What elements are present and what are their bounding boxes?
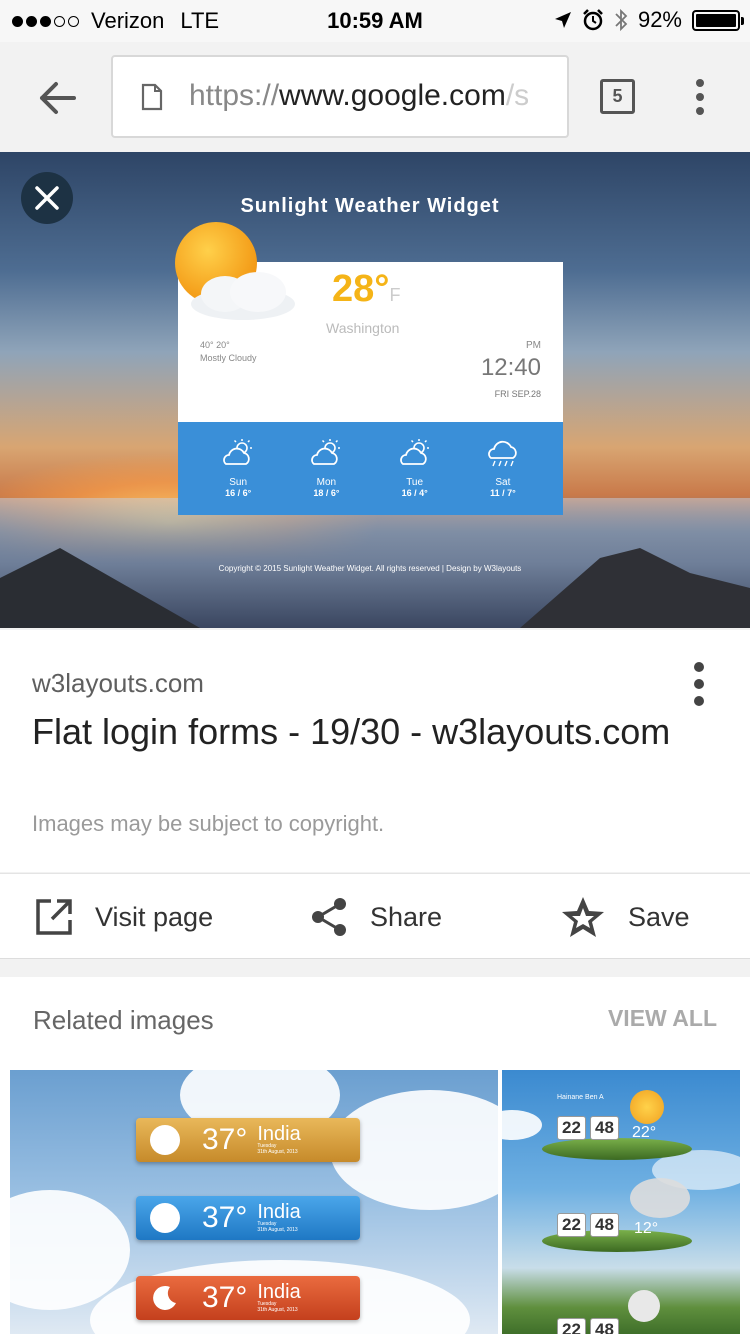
ampm-label: PM xyxy=(526,340,541,351)
widget-temp: 22° xyxy=(632,1124,657,1141)
forecast-day-name: Tue xyxy=(406,477,424,488)
visit-page-button[interactable]: Visit page xyxy=(35,874,213,960)
action-bar: Visit page Share Save xyxy=(0,873,750,959)
pill-sub2: 31th August, 2013 xyxy=(257,1149,298,1155)
moon-icon xyxy=(153,1285,176,1310)
mountain-silhouette xyxy=(0,548,750,628)
clock-hour: 22 xyxy=(557,1213,586,1237)
bluetooth-icon xyxy=(615,8,628,32)
pill-city: India xyxy=(257,1201,301,1223)
clock-time: 12:40 xyxy=(480,354,541,381)
pill-sub2: 31th August, 2013 xyxy=(257,1227,298,1233)
view-all-link[interactable]: VIEW ALL xyxy=(608,1005,717,1032)
result-info: w3layouts.com Flat login forms - 19/30 -… xyxy=(0,630,750,872)
pill-city: India xyxy=(257,1281,301,1303)
open-in-new-icon xyxy=(36,899,72,935)
cloud-icon xyxy=(191,272,295,320)
forecast-day: Sun 16 / 6° xyxy=(203,422,273,515)
back-arrow-icon[interactable] xyxy=(30,74,84,122)
forecast-day-name: Mon xyxy=(316,477,337,488)
url-text: https://www.google.com/s xyxy=(189,79,529,113)
url-bar[interactable]: https://www.google.com/s xyxy=(111,55,569,138)
related-image-thumbnail[interactable]: 37° India Tuesday 31th August, 2013 37° In… xyxy=(10,1070,498,1334)
sun-icon xyxy=(150,1203,180,1233)
weather-pill: 37° India Tuesday 31th August, 2013 xyxy=(136,1118,360,1162)
clock-hour: 22 xyxy=(557,1318,586,1334)
moon-icon xyxy=(628,1290,660,1322)
city-name: Washington xyxy=(326,320,400,336)
forecast-day-temps: 16 / 6° xyxy=(225,488,252,498)
sun-icon xyxy=(630,1090,664,1124)
weather-pill: 37° India Tuesday 31th August, 2013 xyxy=(136,1276,360,1320)
copyright-note: Images may be subject to copyright. xyxy=(32,811,385,836)
temp-range: 40° 20° xyxy=(200,340,230,350)
related-images-header: Related images xyxy=(33,1005,214,1035)
forecast-day: Sat 11 / 7° xyxy=(468,422,538,515)
weather-pill: 37° India Tuesday 31th August, 2013 xyxy=(136,1196,360,1240)
battery-icon xyxy=(692,9,744,31)
forecast-day-temps: 16 / 4° xyxy=(401,488,428,498)
alarm-clock-icon xyxy=(583,9,603,31)
clock-minute: 48 xyxy=(590,1213,619,1237)
url-path: /s xyxy=(505,79,530,112)
location-arrow-icon xyxy=(554,12,571,28)
temp-value: 28° xyxy=(332,268,390,310)
current-temp: 28°F xyxy=(332,268,400,311)
result-source[interactable]: w3layouts.com xyxy=(32,668,204,699)
forecast-day: Mon 18 / 6° xyxy=(291,422,361,515)
widget-temp: 12° xyxy=(634,1220,659,1237)
status-bar: Verizon LTE 10:59 AM 92% xyxy=(0,0,750,42)
share-icon xyxy=(312,898,346,936)
battery-percent: 92% xyxy=(637,7,682,32)
share-label: Share xyxy=(370,901,443,932)
result-title[interactable]: Flat login forms - 19/30 - w3layouts.com xyxy=(32,708,672,756)
forecast-day: Tue 16 / 4° xyxy=(380,422,450,515)
forecast-strip: Sun 16 / 6° Mon 18 / 6° Tue 16 / 4° Sat … xyxy=(178,422,563,515)
widget-copyright: Copyright © 2015 Sunlight Weather Widget… xyxy=(218,564,522,573)
rain-cloud-icon xyxy=(488,440,517,467)
related-image-thumbnail[interactable]: Hainane Ben A 22 48 22° 22 48 12° 22 48 xyxy=(502,1070,740,1334)
url-host: www.google.com xyxy=(279,79,506,112)
tab-switcher-button[interactable]: 5 xyxy=(600,79,635,114)
pill-sub2: 31th August, 2013 xyxy=(257,1307,298,1313)
forecast-day-temps: 18 / 6° xyxy=(313,488,340,498)
date-label: FRI SEP.28 xyxy=(494,389,541,399)
clock-minute: 48 xyxy=(590,1318,619,1334)
forecast-day-name: Sun xyxy=(229,477,248,488)
url-scheme: https:// xyxy=(189,79,280,112)
pill-temp: 37° xyxy=(202,1201,248,1234)
sun-icon xyxy=(150,1125,180,1155)
image-preview[interactable]: Sunlight Weather Widget 28°F Washington … xyxy=(0,152,750,628)
widget-title: Sunlight Weather Widget xyxy=(240,195,500,217)
pill-city: India xyxy=(257,1123,301,1145)
clock-hour: 22 xyxy=(557,1116,586,1140)
overflow-menu-icon[interactable] xyxy=(696,79,704,121)
save-label: Save xyxy=(628,901,690,932)
star-save-icon xyxy=(562,897,604,937)
visit-page-label: Visit page xyxy=(95,901,214,932)
widget-city-label: Hainane Ben A xyxy=(557,1094,604,1101)
pill-temp: 37° xyxy=(202,1281,248,1314)
page-icon xyxy=(141,83,163,111)
condition-text: Mostly Cloudy xyxy=(200,353,257,363)
partly-sunny-icon xyxy=(399,439,429,465)
forecast-day-name: Sat xyxy=(495,477,511,488)
save-button[interactable]: Save xyxy=(560,874,690,960)
share-button[interactable]: Share xyxy=(310,874,442,960)
pill-temp: 37° xyxy=(202,1123,248,1156)
more-options-icon[interactable] xyxy=(694,662,704,713)
forecast-day-temps: 11 / 7° xyxy=(490,488,516,498)
partly-sunny-icon xyxy=(311,439,341,465)
partly-sunny-icon xyxy=(223,439,253,465)
status-right: 92% xyxy=(554,7,744,33)
temp-unit: F xyxy=(389,285,401,305)
browser-toolbar: https://www.google.com/s 5 xyxy=(0,42,750,152)
clock-minute: 48 xyxy=(590,1116,619,1140)
related-images-section: Related images VIEW ALL 37° India Tuesday… xyxy=(0,977,750,1334)
